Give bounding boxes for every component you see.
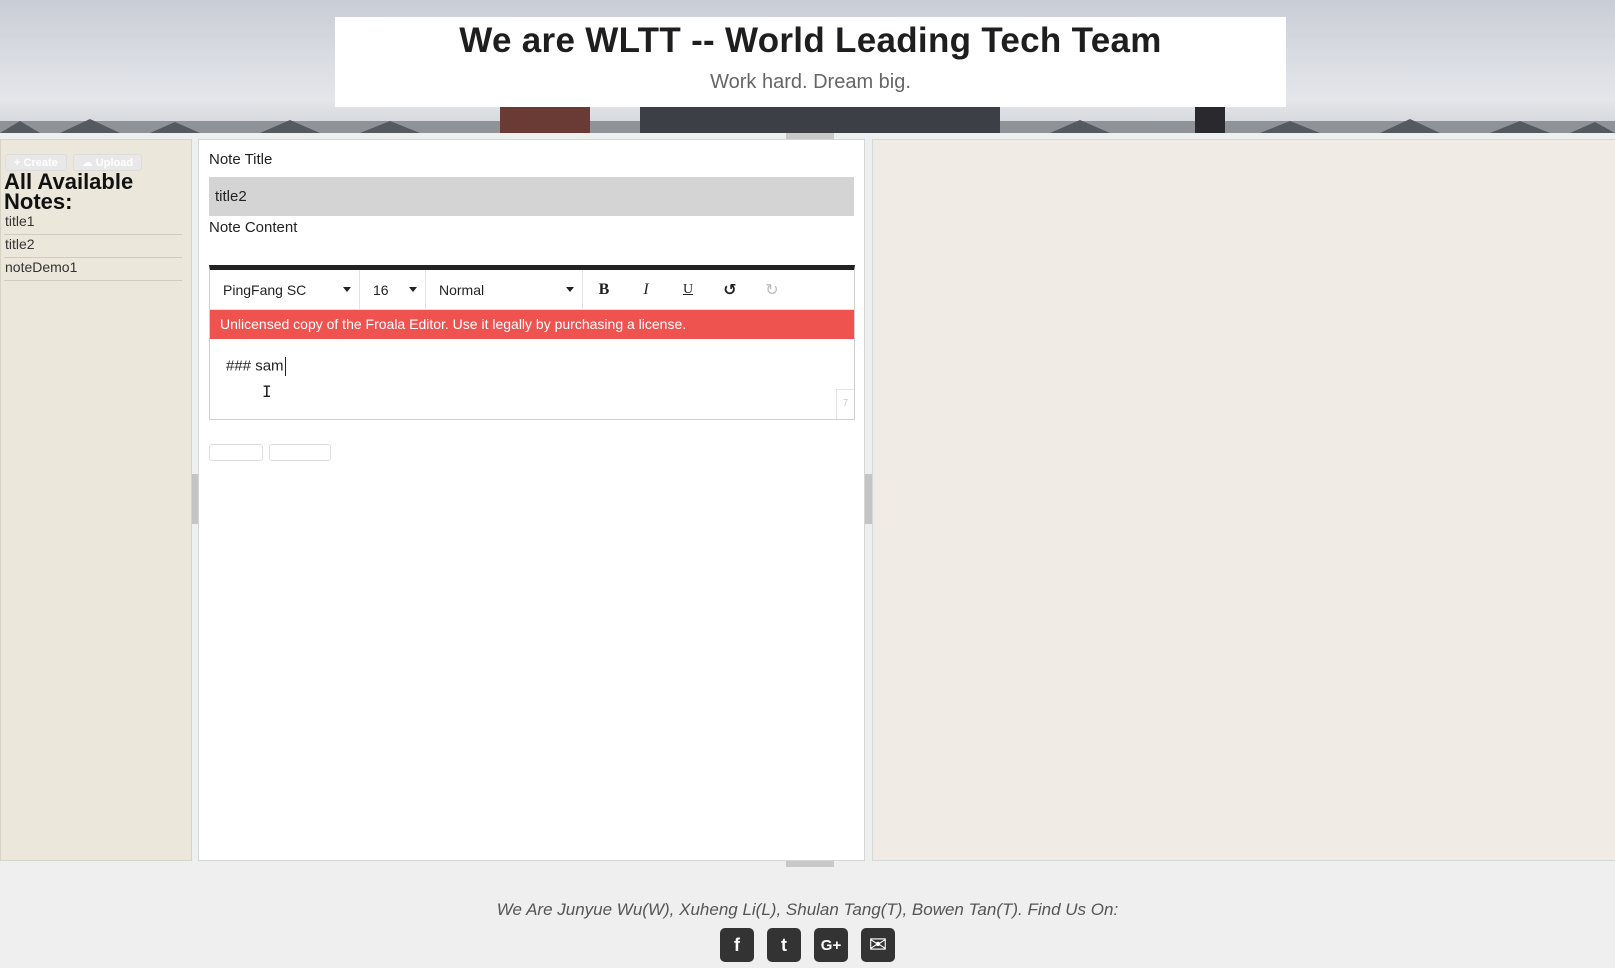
google-plus-icon[interactable]: G+ (814, 928, 848, 962)
ibeam-cursor-icon: I (262, 382, 272, 401)
redo-icon[interactable]: ↻ (751, 270, 793, 310)
note-item-notedemo1[interactable]: noteDemo1 (4, 258, 182, 281)
note-item-title2[interactable]: title2 (4, 235, 182, 258)
font-family-select[interactable]: PingFang SC (210, 269, 360, 310)
header-banner: We are WLTT -- World Leading Tech Team W… (0, 0, 1615, 133)
font-family-value: PingFang SC (223, 281, 307, 298)
notes-heading: All Available Notes: (4, 169, 134, 214)
note-item-title1[interactable]: title1 (4, 212, 182, 235)
paragraph-format-value: Normal (439, 281, 485, 298)
note-list: title1 title2 noteDemo1 (4, 212, 182, 281)
email-icon[interactable]: ✉ (861, 928, 895, 962)
text-caret (284, 357, 286, 376)
editor-content-area[interactable]: ### sam I 7 (210, 339, 854, 419)
notes-sidebar: + Create ☁ Upload All Available Notes: t… (0, 139, 192, 861)
editor-content-text: ### sam (226, 357, 284, 375)
header-card: We are WLTT -- World Leading Tech Team W… (335, 17, 1286, 107)
chevron-down-icon (409, 287, 417, 292)
chevron-down-icon (566, 287, 574, 292)
footer-credits: We Are Junyue Wu(W), Xuheng Li(L), Shula… (496, 900, 1119, 919)
font-size-select[interactable]: 16 (360, 269, 426, 310)
delete-button[interactable] (269, 444, 331, 461)
bold-icon[interactable]: B (583, 270, 625, 310)
editor-toolbar: PingFang SC 16 Normal B I U ↺ ↻ (210, 269, 854, 310)
rich-text-editor: PingFang SC 16 Normal B I U ↺ ↻ Unlicens… (209, 265, 855, 420)
font-size-value: 16 (373, 281, 389, 298)
page-subtitle: Work hard. Dream big. (710, 71, 911, 93)
facebook-icon[interactable]: f (720, 928, 754, 962)
editor-resize-handle[interactable]: 7 (836, 389, 854, 419)
note-title-label: Note Title (209, 151, 273, 168)
license-warning-banner: Unlicensed copy of the Froala Editor. Us… (210, 310, 854, 339)
twitter-icon[interactable]: t (767, 928, 801, 962)
editor-resize-handle-right[interactable] (865, 474, 872, 524)
save-button[interactable] (209, 444, 263, 461)
editor-panel: Note Title Note Content PingFang SC 16 N… (198, 139, 865, 861)
chevron-down-icon (343, 287, 351, 292)
note-title-input[interactable] (209, 177, 854, 216)
preview-panel (872, 139, 1615, 861)
paragraph-format-select[interactable]: Normal (426, 269, 583, 310)
note-content-label: Note Content (209, 219, 298, 236)
italic-icon[interactable]: I (625, 270, 667, 310)
page-title: We are WLTT -- World Leading Tech Team (459, 21, 1162, 60)
footer: We Are Junyue Wu(W), Xuheng Li(L), Shula… (0, 867, 1615, 968)
undo-icon[interactable]: ↺ (709, 270, 751, 310)
social-links: f t G+ ✉ (0, 928, 1615, 962)
underline-icon[interactable]: U (667, 270, 709, 310)
